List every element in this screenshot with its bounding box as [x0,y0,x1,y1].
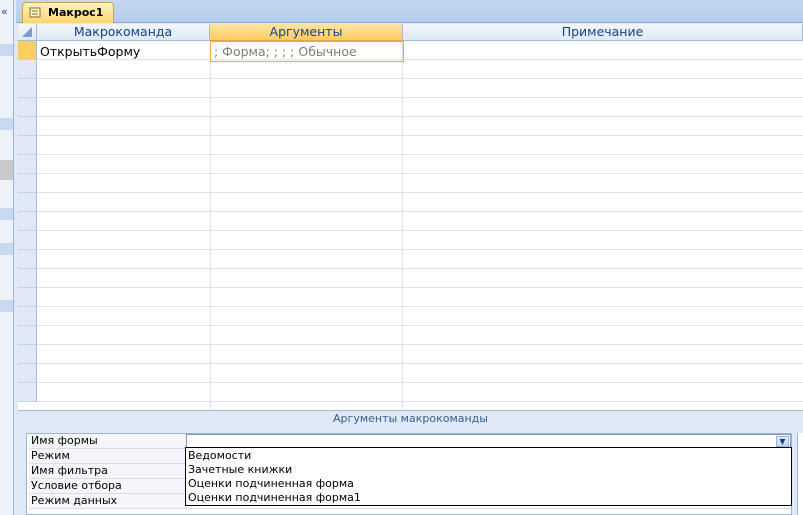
row-divider [37,97,803,98]
row-divider [37,287,803,288]
row-selector[interactable] [18,136,37,155]
column-divider [402,41,403,410]
prop-label-where-condition: Условие отбора [29,479,186,494]
navigation-pane-collapsed[interactable]: « [0,0,14,515]
row-divider [37,78,803,79]
tab-macro1[interactable]: Макрос1 [22,2,114,23]
macro-design-grid[interactable]: Макрокоманда Аргументы Примечание Открыт… [18,24,803,410]
row-selector[interactable] [18,231,37,250]
select-all-corner[interactable] [18,24,37,41]
row-divider [37,173,803,174]
row-divider [37,135,803,136]
row-divider [37,154,803,155]
prop-label-data-mode: Режим данных [29,494,186,509]
tab-title: Макрос1 [48,6,104,19]
row-selector[interactable] [18,98,37,117]
macro-scroll-icon [29,7,41,18]
row-selector[interactable] [18,193,37,212]
row-selector[interactable] [18,155,37,174]
column-divider [210,41,211,410]
chevron-down-icon[interactable]: ▼ [776,436,789,447]
nav-band [0,118,13,130]
dropdown-option[interactable]: Оценки подчиненная форма1 [188,491,361,505]
select-all-icon [22,27,32,37]
row-selector[interactable] [18,41,37,60]
row-selector[interactable] [18,212,37,231]
column-header-action[interactable]: Макрокоманда [37,24,210,41]
row-selector[interactable] [18,326,37,345]
row-divider [37,268,803,269]
row-selector[interactable] [18,174,37,193]
help-pane-edge [797,433,803,515]
nav-band [0,243,13,255]
nav-band [0,300,13,312]
row-selector[interactable] [18,250,37,269]
row-divider [37,344,803,345]
row-divider [37,116,803,117]
row-selector[interactable] [18,307,37,326]
row-divider [37,59,803,60]
form-name-dropdown-list[interactable]: Ведомости Зачетные книжки Оценки подчине… [185,447,792,506]
row-divider [37,401,803,402]
cell-arguments[interactable]: ; Форма; ; ; ; Обычное [210,41,404,62]
row-divider [37,192,803,193]
nav-band [0,160,13,180]
nav-band [0,208,13,220]
row-selector[interactable] [18,345,37,364]
nav-band [0,44,13,56]
row-divider [37,230,803,231]
cell-action[interactable]: ОткрытьФорму [40,42,140,61]
row-selector[interactable] [18,117,37,136]
row-selector[interactable] [18,79,37,98]
row-selector[interactable] [18,364,37,383]
expand-navigation-icon[interactable]: « [1,5,8,18]
row-divider [37,382,803,383]
row-divider [37,211,803,212]
prop-label-form-name: Имя формы [29,434,186,449]
row-divider [37,249,803,250]
dropdown-option[interactable]: Ведомости [188,449,251,463]
row-selector[interactable] [18,288,37,307]
column-header-arguments[interactable]: Аргументы [210,24,403,41]
dropdown-option[interactable]: Зачетные книжки [188,463,292,477]
row-selector[interactable] [18,269,37,288]
row-selector[interactable] [18,60,37,79]
prop-label-filter-name: Имя фильтра [29,464,186,479]
row-divider [37,306,803,307]
dropdown-option[interactable]: Оценки подчиненная форма [188,477,354,491]
row-divider [37,363,803,364]
arguments-panel-title: Аргументы макрокоманды [18,410,803,427]
column-header-comment[interactable]: Примечание [403,24,803,41]
row-divider [37,325,803,326]
prop-label-view: Режим [29,449,186,464]
row-selector[interactable] [18,383,37,402]
document-tab-bar: Макрос1 [16,0,803,23]
